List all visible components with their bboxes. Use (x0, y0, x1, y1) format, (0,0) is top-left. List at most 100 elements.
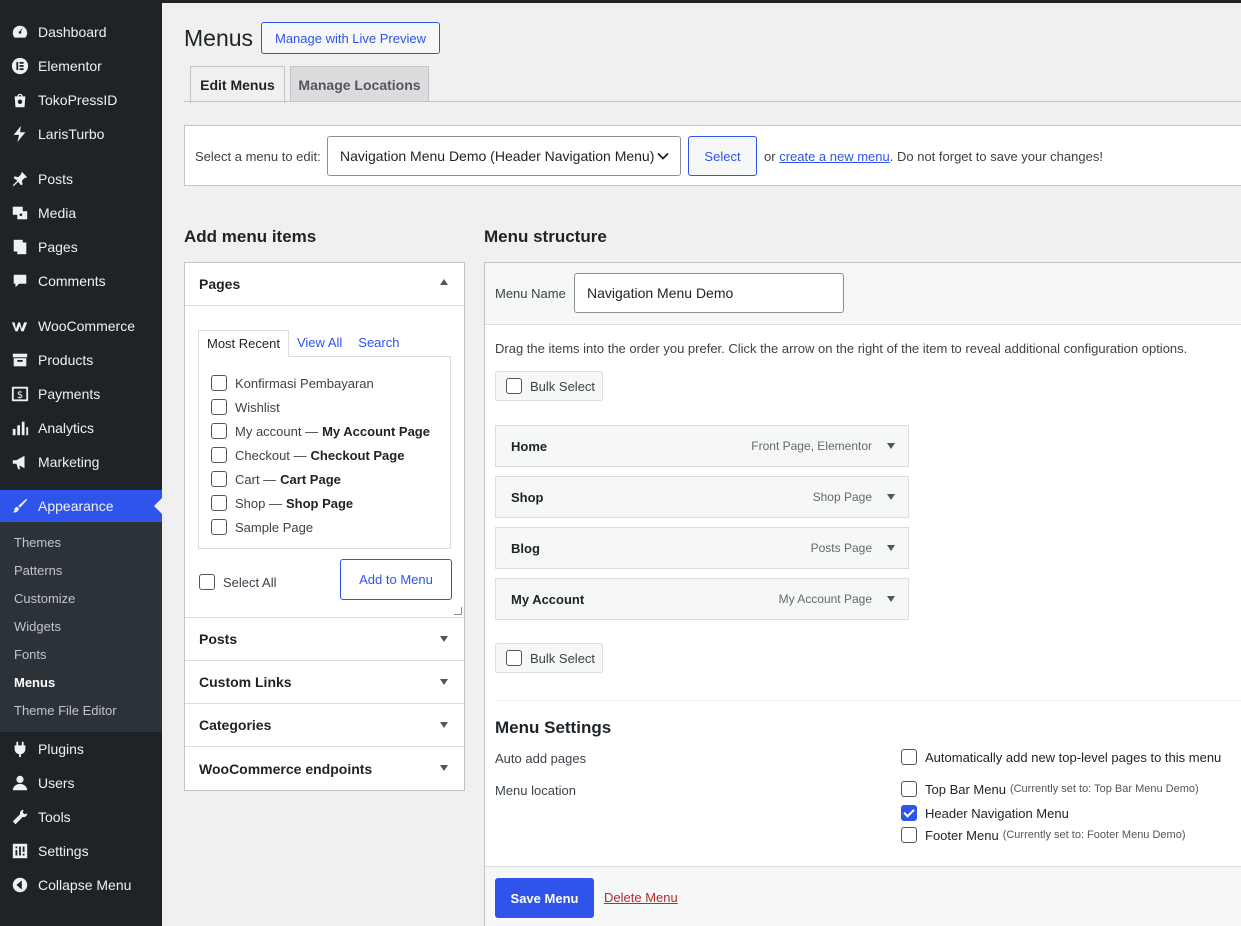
settings-icon (10, 841, 30, 861)
expand-arrow-icon[interactable] (887, 596, 895, 602)
menu-item-my-account[interactable]: My Account My Account Page (495, 578, 909, 620)
menu-structure-heading: Menu structure (484, 227, 607, 246)
woo-icon (10, 316, 30, 336)
submenu-item-menus[interactable]: Menus (0, 669, 162, 697)
chevron-down-icon (440, 636, 448, 642)
submenu-item-theme-file-editor[interactable]: Theme File Editor (0, 697, 162, 725)
location-checkbox[interactable] (901, 781, 917, 797)
accordion-pages-header[interactable]: Pages (185, 263, 464, 306)
sidebar-item-appearance[interactable]: Appearance (0, 490, 162, 522)
dollar-icon: $ (10, 384, 30, 404)
sidebar-item-laristurbo[interactable]: LarisTurbo (0, 117, 162, 151)
menu-location-label: Menu location (495, 783, 576, 798)
sidebar-item-media[interactable]: Media (0, 196, 162, 230)
archive-icon (10, 350, 30, 370)
sidebar-item-tokopressid[interactable]: TokoPressID (0, 83, 162, 117)
page-checkbox[interactable] (211, 495, 227, 511)
pages-icon (10, 237, 30, 257)
submenu-item-themes[interactable]: Themes (0, 529, 162, 557)
bulk-select-top[interactable]: Bulk Select (495, 371, 603, 401)
sidebar-item-collapse-menu[interactable]: Collapse Menu (0, 868, 162, 902)
menu-item-home[interactable]: Home Front Page, Elementor (495, 425, 909, 467)
plugin-icon (10, 739, 30, 759)
sidebar-item-comments[interactable]: Comments (0, 264, 162, 298)
list-item: My account — My Account Page (211, 419, 450, 443)
location-top-bar: Top Bar Menu (Currently set to: Top Bar … (901, 781, 1199, 797)
expand-arrow-icon[interactable] (887, 545, 895, 551)
tab-view-all[interactable]: View All (289, 330, 350, 357)
delete-menu-link[interactable]: Delete Menu (604, 890, 678, 905)
submenu-item-widgets[interactable]: Widgets (0, 613, 162, 641)
menu-select-dropdown[interactable]: Navigation Menu Demo (Header Navigation … (327, 136, 681, 176)
submenu-item-fonts[interactable]: Fonts (0, 641, 162, 669)
page-checkbox[interactable] (211, 423, 227, 439)
select-all-checkbox[interactable] (199, 574, 215, 590)
accordion-custom-links-header[interactable]: Custom Links (185, 661, 464, 704)
expand-arrow-icon[interactable] (887, 443, 895, 449)
save-menu-button[interactable]: Save Menu (495, 878, 594, 918)
resize-handle[interactable] (454, 607, 462, 615)
location-checkbox[interactable] (901, 805, 917, 821)
bulk-select-checkbox[interactable] (506, 378, 522, 394)
sidebar-item-settings[interactable]: Settings (0, 834, 162, 868)
accordion-woocommerce-endpoints-header[interactable]: WooCommerce endpoints (185, 747, 464, 790)
pages-list: Konfirmasi Pembayaran Wishlist My accoun… (198, 356, 451, 549)
sidebar-item-pages[interactable]: Pages (0, 230, 162, 264)
select-menu-button[interactable]: Select (688, 136, 757, 176)
tab-most-recent[interactable]: Most Recent (198, 330, 289, 357)
menu-name-input[interactable]: Navigation Menu Demo (574, 273, 844, 313)
chevron-down-icon (440, 765, 448, 771)
sidebar-item-woocommerce[interactable]: WooCommerce (0, 309, 162, 343)
page-checkbox[interactable] (211, 375, 227, 391)
list-item: Checkout — Checkout Page (211, 443, 450, 467)
sidebar-item-plugins[interactable]: Plugins (0, 732, 162, 766)
paintbrush-icon (10, 496, 30, 516)
menu-select-value: Navigation Menu Demo (Header Navigation … (340, 148, 655, 164)
laristurbo-icon (10, 124, 30, 144)
sidebar-item-posts[interactable]: Posts (0, 162, 162, 196)
chevron-down-icon (440, 679, 448, 685)
menu-footer-bar: Save Menu Delete Menu (485, 866, 1241, 926)
sidebar-item-payments[interactable]: $ Payments (0, 377, 162, 411)
list-item: Wishlist (211, 395, 450, 419)
auto-add-label: Auto add pages (495, 751, 587, 766)
location-checkbox[interactable] (901, 827, 917, 843)
sidebar-item-products[interactable]: Products (0, 343, 162, 377)
accordion-posts-header[interactable]: Posts (185, 618, 464, 661)
create-new-menu-link[interactable]: create a new menu (779, 149, 890, 164)
media-icon (10, 203, 30, 223)
location-footer: Footer Menu (Currently set to: Footer Me… (901, 827, 1186, 843)
tab-search[interactable]: Search (350, 330, 407, 357)
expand-arrow-icon[interactable] (887, 494, 895, 500)
page-checkbox[interactable] (211, 399, 227, 415)
add-menu-items-heading: Add menu items (184, 227, 317, 246)
submenu-item-customize[interactable]: Customize (0, 585, 162, 613)
page-checkbox[interactable] (211, 447, 227, 463)
submenu-item-patterns[interactable]: Patterns (0, 557, 162, 585)
chevron-up-icon (440, 279, 448, 285)
bulk-select-bottom[interactable]: Bulk Select (495, 643, 603, 673)
sidebar-item-dashboard[interactable]: Dashboard (0, 15, 162, 49)
megaphone-icon (10, 452, 30, 472)
bulk-select-checkbox[interactable] (506, 650, 522, 666)
page-checkbox[interactable] (211, 471, 227, 487)
pages-tabs: Most Recent View All Search (198, 330, 407, 357)
sidebar-item-tools[interactable]: Tools (0, 800, 162, 834)
menu-item-blog[interactable]: Blog Posts Page (495, 527, 909, 569)
menu-item-type: My Account Page (778, 592, 872, 606)
menu-item-shop[interactable]: Shop Shop Page (495, 476, 909, 518)
tab-manage-locations[interactable]: Manage Locations (290, 66, 429, 102)
tab-edit-menus[interactable]: Edit Menus (190, 66, 285, 103)
sidebar-item-elementor[interactable]: Elementor (0, 49, 162, 83)
accordion-categories-header[interactable]: Categories (185, 704, 464, 747)
sidebar-item-marketing[interactable]: Marketing (0, 445, 162, 479)
sidebar-item-users[interactable]: Users (0, 766, 162, 800)
page-checkbox[interactable] (211, 519, 227, 535)
menu-select-bar: Select a menu to edit: Navigation Menu D… (184, 125, 1241, 186)
add-to-menu-button[interactable]: Add to Menu (340, 559, 452, 600)
auto-add-checkbox[interactable] (901, 749, 917, 765)
sidebar-item-analytics[interactable]: Analytics (0, 411, 162, 445)
dashboard-icon (10, 22, 30, 42)
appearance-submenu: Themes Patterns Customize Widgets Fonts … (0, 522, 162, 732)
manage-live-preview-button[interactable]: Manage with Live Preview (261, 22, 440, 54)
